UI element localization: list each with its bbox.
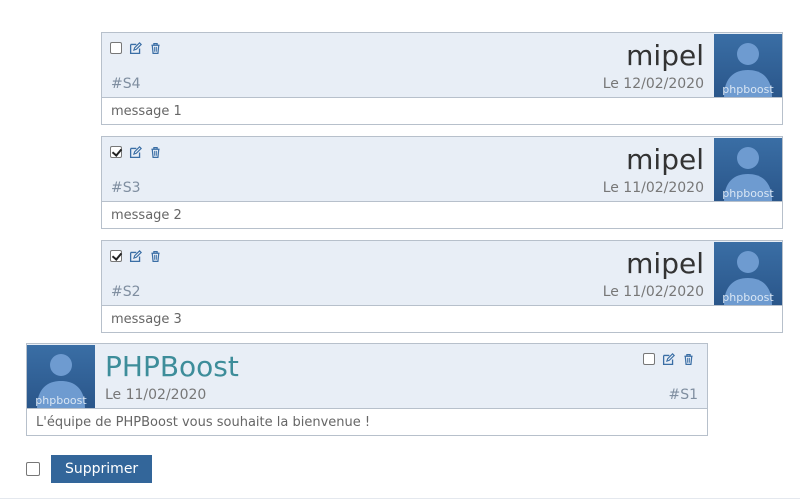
message-header: #S3 mipel Le 11/02/2020 phpboost — [102, 137, 782, 202]
message-id[interactable]: #S4 — [111, 76, 141, 92]
avatar: phpboost — [27, 345, 95, 408]
select-checkbox[interactable] — [110, 146, 122, 158]
message-content: message 3 — [111, 312, 182, 327]
delete-button[interactable]: Supprimer — [51, 455, 153, 483]
message-tools — [110, 249, 162, 263]
message-s1: phpboost PHPBoost Le 11/02/2020 #S1 L'éq… — [26, 343, 708, 436]
message-header: #S4 mipel Le 12/02/2020 phpboost — [102, 33, 782, 98]
message-id[interactable]: #S2 — [111, 284, 141, 300]
message-id[interactable]: #S3 — [111, 180, 141, 196]
message-date: Le 11/02/2020 — [602, 180, 704, 196]
author-name[interactable]: mipel — [626, 247, 704, 281]
edit-icon[interactable] — [662, 352, 675, 366]
avatar: phpboost — [714, 242, 782, 305]
message-date: Le 12/02/2020 — [602, 76, 704, 92]
message-date: Le 11/02/2020 — [602, 284, 704, 300]
avatar: phpboost — [714, 138, 782, 201]
message-header: #S2 mipel Le 11/02/2020 phpboost — [102, 241, 782, 306]
message-date: Le 11/02/2020 — [105, 387, 207, 403]
message-tools — [643, 352, 695, 366]
message-content: message 1 — [111, 104, 182, 119]
message-content: L'équipe de PHPBoost vous souhaite la bi… — [36, 415, 371, 430]
avatar-label: phpboost — [722, 187, 774, 200]
author-name[interactable]: mipel — [626, 143, 704, 177]
trash-icon[interactable] — [149, 42, 162, 55]
message-id[interactable]: #S1 — [668, 387, 698, 403]
select-checkbox[interactable] — [110, 42, 122, 54]
author-name[interactable]: mipel — [626, 39, 704, 73]
trash-icon[interactable] — [149, 250, 162, 263]
select-checkbox[interactable] — [110, 250, 122, 262]
edit-icon[interactable] — [129, 145, 142, 159]
trash-icon[interactable] — [149, 146, 162, 159]
select-all-checkbox[interactable] — [26, 462, 40, 476]
trash-icon[interactable] — [682, 353, 695, 366]
message-s4: #S4 mipel Le 12/02/2020 phpboost message… — [101, 32, 783, 125]
edit-icon[interactable] — [129, 41, 142, 55]
message-s2: #S2 mipel Le 11/02/2020 phpboost message… — [101, 240, 783, 333]
message-s3: #S3 mipel Le 11/02/2020 phpboost message… — [101, 136, 783, 229]
avatar: phpboost — [714, 34, 782, 97]
avatar-label: phpboost — [722, 83, 774, 96]
author-name[interactable]: PHPBoost — [105, 350, 239, 384]
divider — [0, 498, 800, 499]
avatar-label: phpboost — [35, 394, 87, 407]
message-content: message 2 — [111, 208, 182, 223]
message-tools — [110, 145, 162, 159]
select-checkbox[interactable] — [643, 353, 655, 365]
bulk-actions: Supprimer — [26, 455, 153, 483]
message-header: phpboost PHPBoost Le 11/02/2020 #S1 — [27, 344, 707, 409]
edit-icon[interactable] — [129, 249, 142, 263]
message-tools — [110, 41, 162, 55]
avatar-label: phpboost — [722, 291, 774, 304]
